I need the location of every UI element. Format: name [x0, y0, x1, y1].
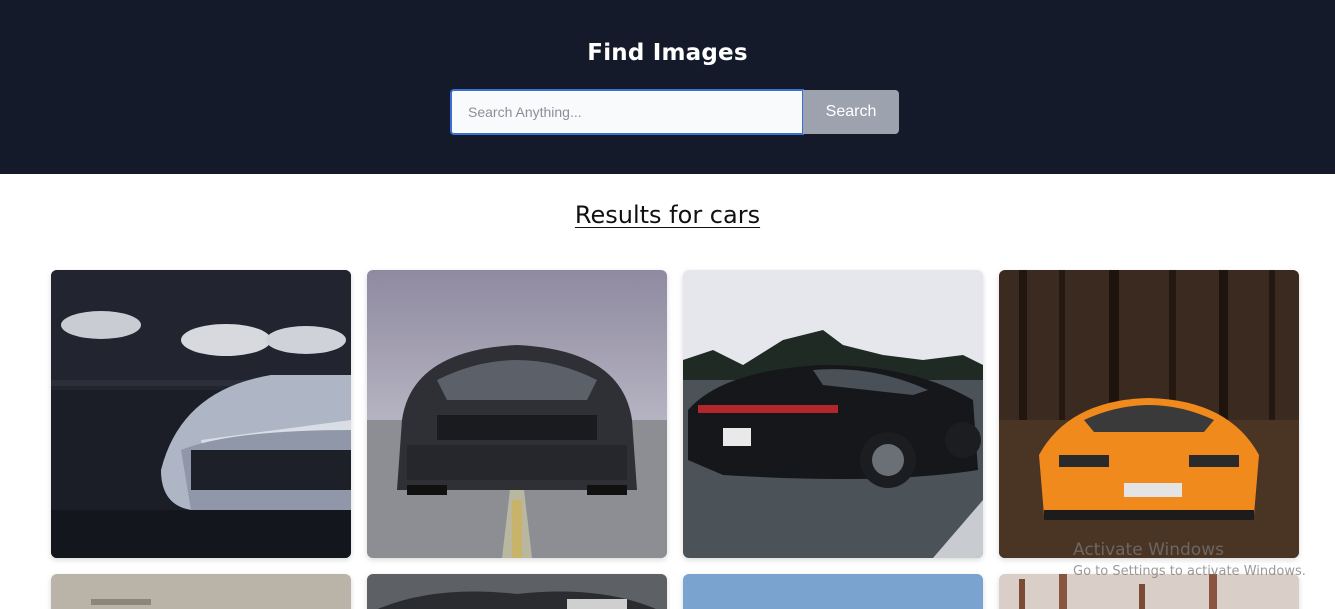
image-card[interactable] [999, 270, 1299, 558]
search-input[interactable] [450, 89, 804, 135]
car-image [51, 270, 351, 558]
page-title: Find Images [587, 40, 748, 66]
car-image [367, 574, 667, 609]
car-image [999, 574, 1299, 609]
search-button[interactable]: Search [803, 90, 899, 134]
car-image [683, 574, 983, 609]
image-card[interactable] [683, 574, 983, 609]
car-image [51, 574, 351, 609]
image-card[interactable] [999, 574, 1299, 609]
image-card[interactable] [683, 270, 983, 558]
car-image [367, 270, 667, 558]
header: Find Images Search [0, 0, 1335, 174]
results-heading: Results for cars [574, 201, 761, 229]
image-card[interactable] [51, 270, 351, 558]
image-card[interactable] [367, 270, 667, 558]
image-card[interactable] [51, 574, 351, 609]
image-card[interactable] [367, 574, 667, 609]
car-image [999, 270, 1299, 558]
car-image [683, 270, 983, 558]
